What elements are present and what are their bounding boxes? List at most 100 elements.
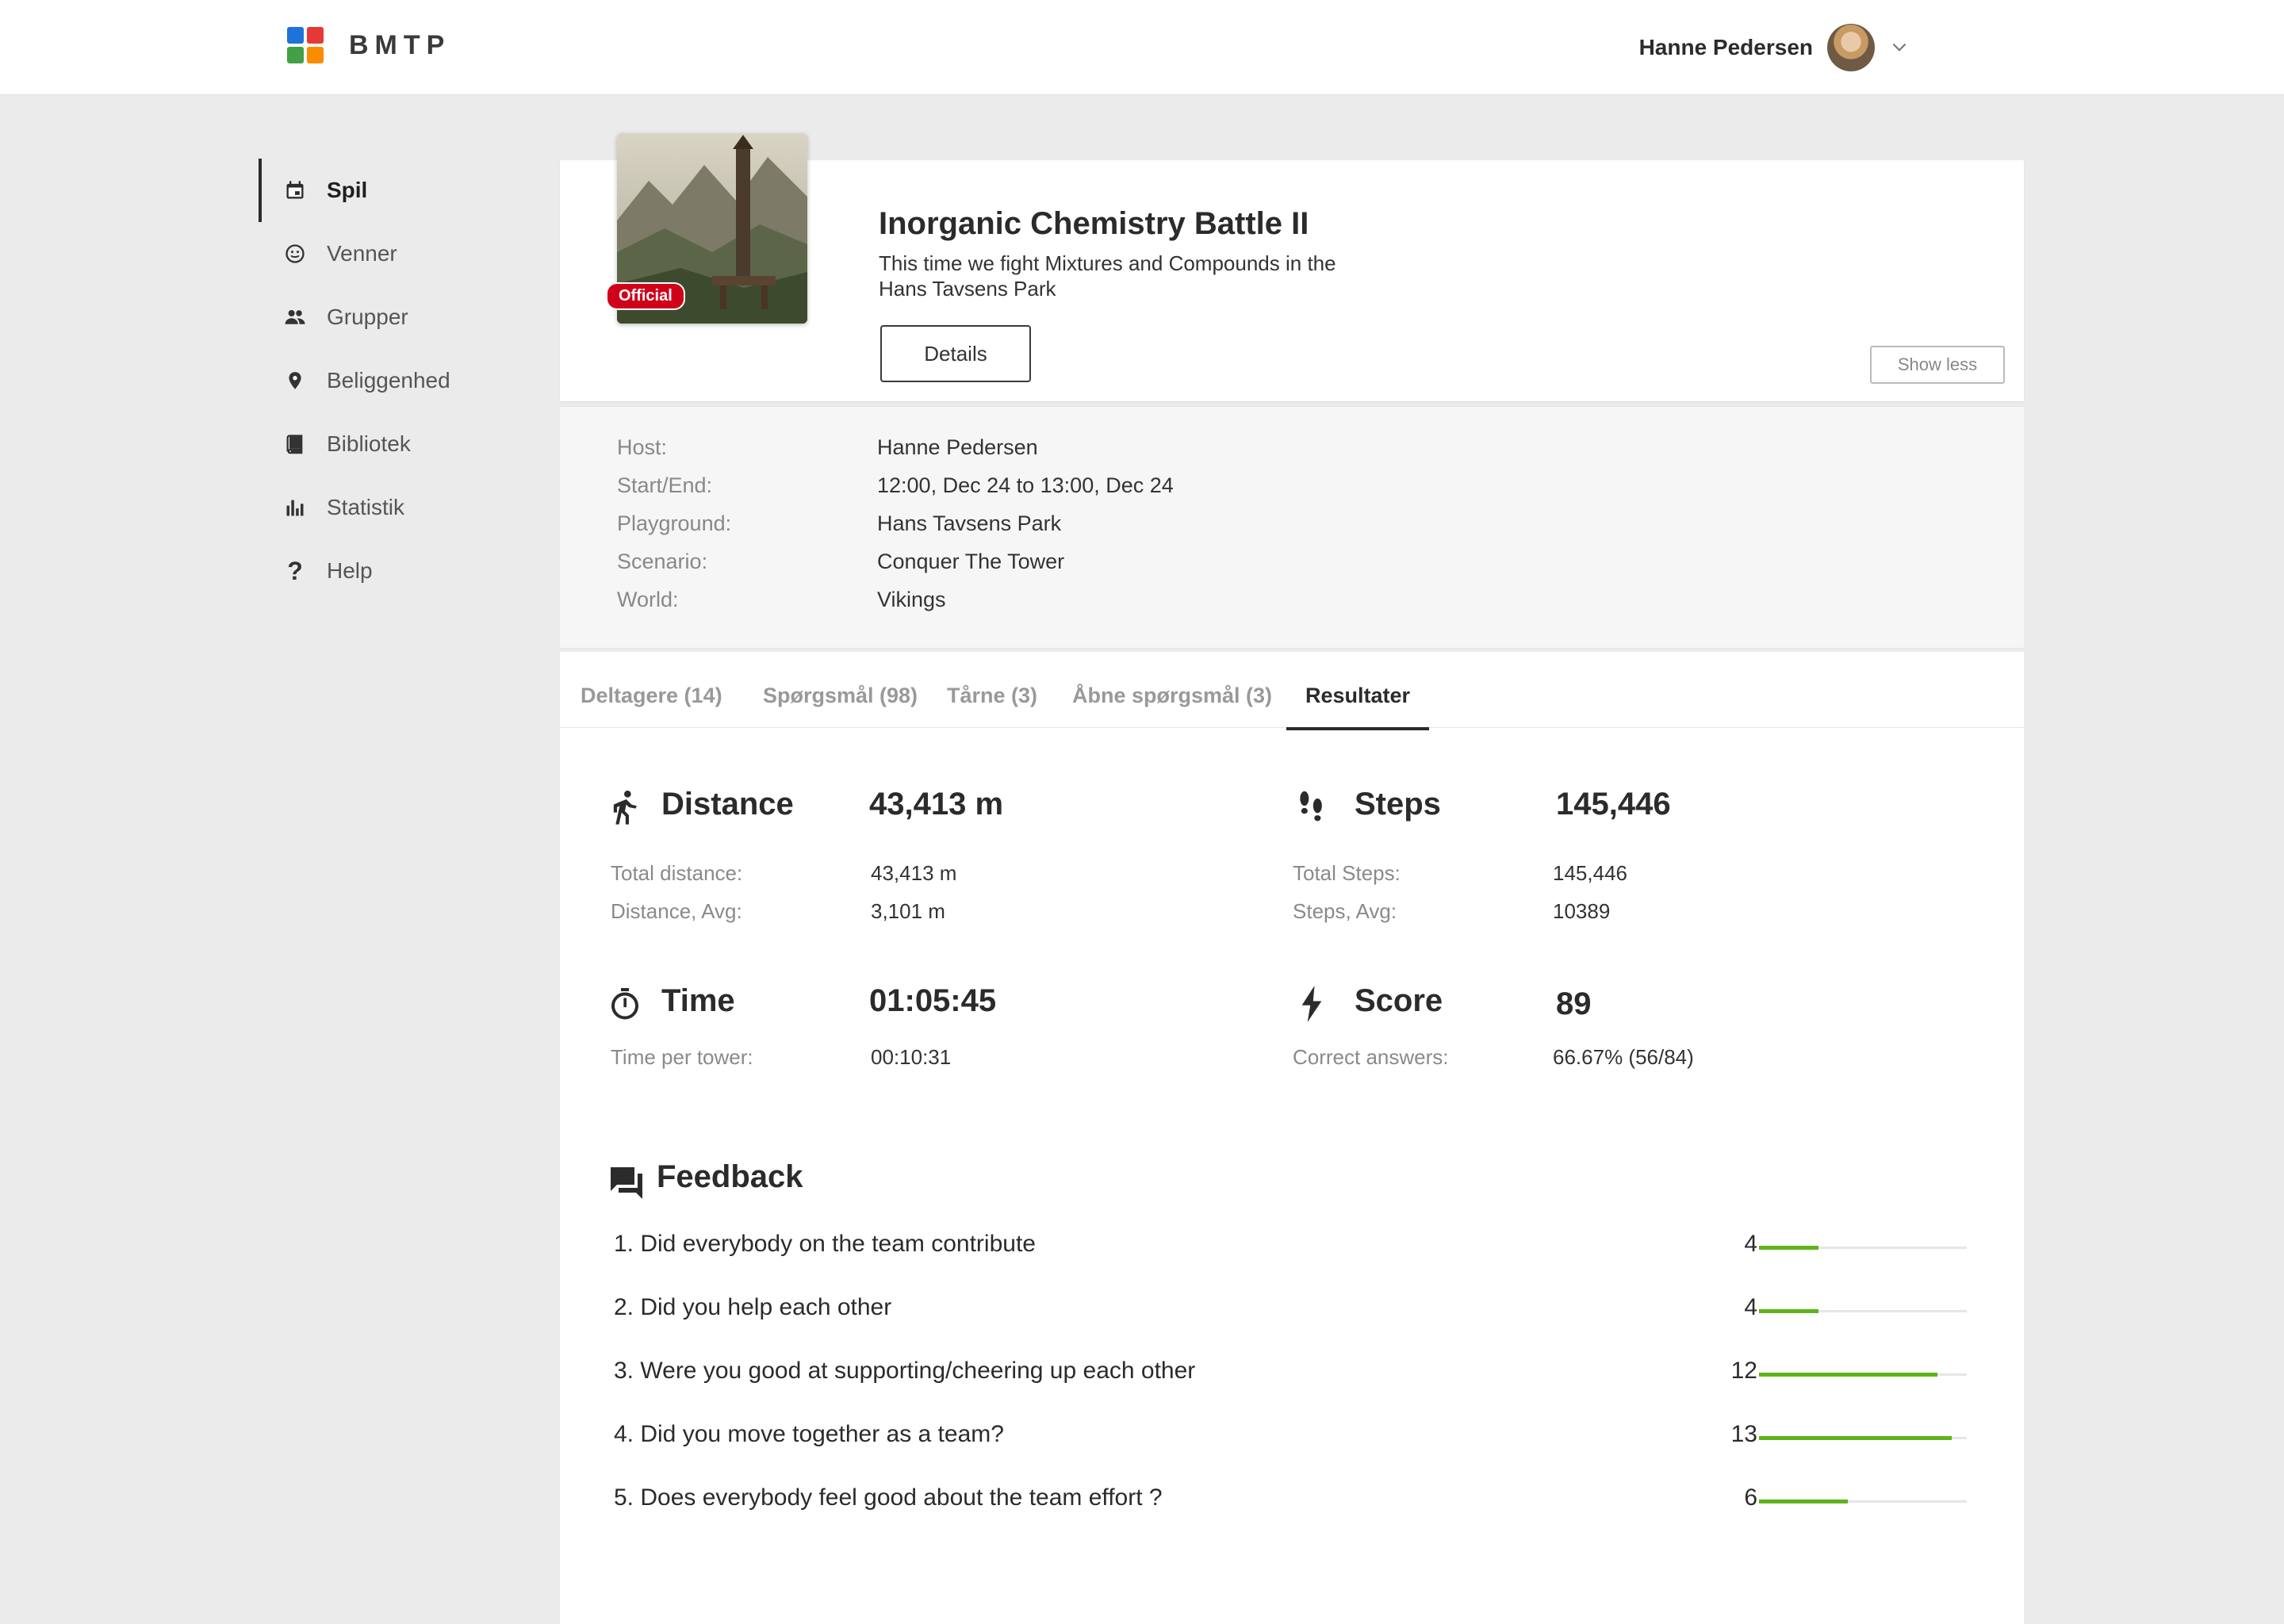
feedback-count: 4 — [1744, 1294, 1757, 1320]
details-button[interactable]: Details — [880, 325, 1031, 382]
stat-value: 3,101 m — [871, 899, 945, 923]
info-value: Hanne Pedersen — [877, 435, 1038, 459]
feedback-bar-track — [1759, 1373, 1967, 1377]
tab-taarne[interactable]: Tårne (3) — [947, 684, 1037, 727]
feedback-count: 4 — [1744, 1231, 1757, 1257]
info-label: World: — [617, 588, 679, 611]
sidebar-item-label: Statistik — [327, 495, 405, 519]
bmtp-logo[interactable] — [287, 27, 325, 65]
feedback-bar-track — [1759, 1309, 1967, 1313]
info-row-playground: Playground: Hans Tavsens Park — [617, 511, 1061, 536]
sidebar-item-spil[interactable]: Spil — [259, 159, 496, 222]
book-icon — [281, 430, 309, 458]
chat-bubbles-icon — [611, 1167, 642, 1199]
user-menu[interactable]: Hanne Pedersen — [1639, 22, 1910, 73]
game-title: Inorganic Chemistry Battle II — [879, 206, 1309, 241]
info-value: Conquer The Tower — [877, 550, 1065, 573]
sidebar-item-label: Venner — [327, 241, 397, 266]
stopwatch-icon — [607, 983, 642, 1025]
sidebar-item-label: Spil — [327, 178, 368, 202]
steps-value: 145,446 — [1556, 787, 1671, 822]
info-value: Vikings — [877, 588, 946, 611]
stat-label: Steps, Avg: — [1293, 899, 1397, 923]
sidebar-item-grupper[interactable]: Grupper — [259, 285, 496, 349]
feedback-question: 3. Were you good at supporting/cheering … — [614, 1358, 1196, 1384]
stat-value: 145,446 — [1553, 861, 1627, 885]
smiley-icon — [281, 239, 309, 268]
game-info-panel: Host: Hanne Pedersen Start/End: 12:00, D… — [560, 406, 2024, 649]
user-name[interactable]: Hanne Pedersen — [1639, 35, 1813, 60]
sidebar-item-help[interactable]: ? Help — [259, 539, 496, 603]
distance-title: Distance — [661, 787, 794, 822]
info-label: Playground: — [617, 511, 732, 535]
bar-chart-icon — [281, 493, 309, 522]
feedback-bar-fill — [1759, 1500, 1848, 1503]
time-value: 01:05:45 — [869, 983, 997, 1018]
stat-label: Time per tower: — [611, 1045, 753, 1069]
top-bar: BMTP Hanne Pedersen — [0, 0, 2284, 95]
feedback-bar-fill — [1759, 1373, 1937, 1377]
feedback-bar-fill — [1759, 1246, 1818, 1250]
avatar[interactable] — [1827, 24, 1875, 71]
feedback-bar-track — [1759, 1436, 1967, 1440]
location-pin-icon — [281, 366, 309, 395]
feedback-count: 6 — [1744, 1484, 1757, 1511]
feedback-row: 5. Does everybody feel good about the te… — [614, 1484, 1978, 1516]
feedback-title: Feedback — [657, 1159, 803, 1194]
show-less-button[interactable]: Show less — [1870, 346, 2005, 384]
footprints-icon — [1294, 787, 1329, 828]
sidebar-item-label: Bibliotek — [327, 431, 411, 456]
sidebar: Spil Venner Grupper Beliggenhed Bibliote… — [259, 159, 496, 603]
group-icon — [281, 303, 309, 331]
game-description: This time we fight Mixtures and Compound… — [879, 251, 1336, 301]
tab-bar: Deltagere (14) Spørgsmål (98) Tårne (3) … — [560, 652, 2024, 730]
sidebar-item-statistik[interactable]: Statistik — [259, 476, 496, 539]
feedback-bar-fill — [1759, 1436, 1952, 1440]
stat-label: Distance, Avg: — [611, 899, 742, 923]
official-badge: Official — [606, 282, 685, 310]
stat-value: 43,413 m — [871, 861, 957, 885]
sidebar-item-venner[interactable]: Venner — [259, 222, 496, 285]
feedback-bar-fill — [1759, 1309, 1818, 1313]
tab-sporgsmal[interactable]: Spørgsmål (98) — [763, 684, 918, 727]
brand-name[interactable]: BMTP — [349, 30, 450, 61]
feedback-question: 2. Did you help each other — [614, 1294, 892, 1320]
info-value: 12:00, Dec 24 to 13:00, Dec 24 — [877, 473, 1174, 497]
info-row-host: Host: Hanne Pedersen — [617, 435, 1038, 460]
feedback-count: 12 — [1730, 1358, 1757, 1384]
info-label: Host: — [617, 435, 668, 459]
stat-label: Total Steps: — [1293, 861, 1401, 885]
steps-title: Steps — [1355, 787, 1441, 822]
lightning-icon — [1294, 983, 1329, 1025]
time-title: Time — [661, 983, 735, 1018]
sidebar-item-beliggenhed[interactable]: Beliggenhed — [259, 349, 496, 412]
chevron-down-icon[interactable] — [1889, 37, 1910, 58]
stat-value: 00:10:31 — [871, 1045, 952, 1069]
score-value: 89 — [1556, 986, 1592, 1021]
calendar-icon — [281, 176, 309, 205]
tab-resultater[interactable]: Resultater — [1286, 684, 1430, 730]
running-icon — [607, 787, 642, 828]
stat-label: Total distance: — [611, 861, 743, 885]
info-row-world: World: Vikings — [617, 588, 946, 612]
stat-label: Correct answers: — [1293, 1045, 1449, 1069]
info-value: Hans Tavsens Park — [877, 511, 1062, 535]
score-title: Score — [1355, 983, 1443, 1018]
feedback-bar-track — [1759, 1500, 1967, 1503]
sidebar-item-label: Help — [327, 558, 373, 583]
results-card: Deltagere (14) Spørgsmål (98) Tårne (3) … — [560, 652, 2024, 1624]
sidebar-item-bibliotek[interactable]: Bibliotek — [259, 412, 496, 476]
info-row-scenario: Scenario: Conquer The Tower — [617, 550, 1064, 574]
sidebar-item-label: Grupper — [327, 304, 408, 329]
feedback-row: 2. Did you help each other 4 — [614, 1294, 1978, 1326]
question-icon: ? — [287, 556, 303, 585]
tab-deltagere[interactable]: Deltagere (14) — [581, 684, 722, 727]
tab-aabne-sporgsmal[interactable]: Åbne spørgsmål (3) — [1072, 684, 1272, 727]
feedback-question: 5. Does everybody feel good about the te… — [614, 1484, 1163, 1511]
feedback-row: 4. Did you move together as a team? 13 — [614, 1421, 1978, 1453]
sidebar-item-label: Beliggenhed — [327, 368, 450, 393]
info-row-start-end: Start/End: 12:00, Dec 24 to 13:00, Dec 2… — [617, 473, 1174, 498]
stat-value: 66.67% (56/84) — [1553, 1045, 1694, 1069]
feedback-question: 1. Did everybody on the team contribute — [614, 1231, 1036, 1257]
feedback-bar-track — [1759, 1246, 1967, 1250]
